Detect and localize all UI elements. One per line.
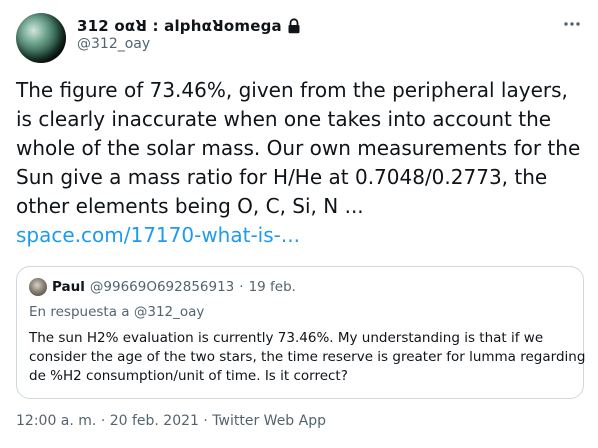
lock-icon — [287, 18, 301, 34]
quoted-text-line: consider the age of the two stars, the t… — [29, 349, 586, 365]
tweet-timestamp[interactable]: 12:00 a. m. · 20 feb. 2021 · — [16, 413, 212, 429]
tweet-text-line: The figure of 73.46%, given from the per… — [16, 78, 568, 102]
quoted-text-line: The sun H2% evaluation is currently 73.4… — [29, 330, 544, 346]
tweet-text-line: Sun give a mass ratio for H/He at 0.7048… — [16, 165, 548, 189]
reply-handle: @312_oay — [133, 304, 205, 320]
author-handle[interactable]: @312_oay — [77, 36, 150, 52]
quoted-separator: · — [239, 279, 244, 295]
quoted-date: 19 feb. — [248, 279, 296, 295]
quoted-tweet-card[interactable]: Paul @99669O692856913 · 19 feb. En respu… — [16, 266, 586, 399]
reply-prefix: En respuesta a — [29, 304, 130, 320]
tweet-footer: 12:00 a. m. · 20 feb. 2021 · Twitter Web… — [16, 413, 326, 429]
quoted-reply-context: En respuesta a @312_oay — [29, 304, 204, 320]
author-display-name[interactable]: 312 oαꓤ : alphαꓤomega — [77, 17, 282, 35]
tweet-text-line: other elements being O, C, Si, N ... — [16, 194, 364, 218]
quoted-author-avatar — [29, 278, 47, 296]
quoted-text-line: de %H2 consumption/unit of time. Is it c… — [29, 368, 348, 384]
quoted-author-handle: @99669O692856913 — [89, 279, 235, 295]
author-avatar[interactable] — [16, 13, 66, 63]
tweet-text-line: is clearly inaccurate when one takes int… — [16, 107, 552, 131]
quoted-tweet-header: Paul @99669O692856913 · 19 feb. — [29, 277, 296, 297]
quoted-tweet-text: The sun H2% evaluation is currently 73.4… — [29, 329, 586, 386]
author-name-line[interactable]: 312 oαꓤ : alphαꓤomega — [77, 15, 301, 37]
tweet-text: The figure of 73.46%, given from the per… — [16, 76, 590, 250]
tweet-link[interactable]: space.com/17170-what-is-... — [16, 223, 300, 247]
quoted-author-name: Paul — [52, 279, 85, 295]
tweet-text-line: whole of the solar mass. Our own measure… — [16, 136, 581, 160]
more-horizontal-icon[interactable] — [560, 12, 584, 36]
source-app[interactable]: Twitter Web App — [212, 413, 326, 429]
